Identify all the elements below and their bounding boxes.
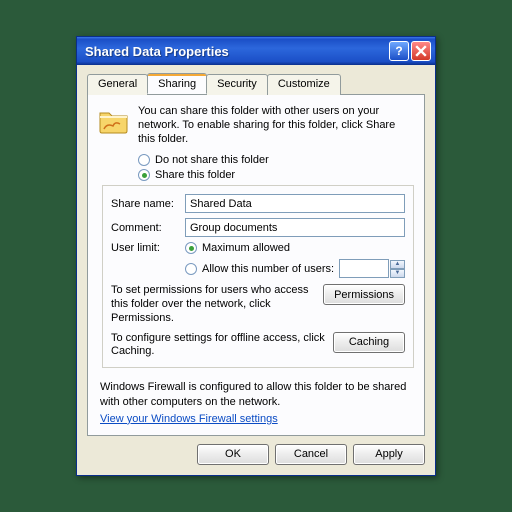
radio-do-not-share[interactable] (138, 154, 150, 166)
window-title: Shared Data Properties (85, 44, 387, 59)
ok-button[interactable]: OK (197, 444, 269, 465)
radio-share-label: Share this folder (155, 169, 235, 181)
allow-n-label: Allow this number of users: (202, 263, 339, 275)
intro-text: You can share this folder with other use… (138, 105, 414, 146)
caching-text: To configure settings for offline access… (111, 332, 325, 360)
share-name-label: Share name: (111, 198, 185, 210)
tab-general[interactable]: General (87, 74, 148, 95)
close-button[interactable] (411, 41, 431, 61)
caching-button[interactable]: Caching (333, 332, 405, 353)
share-name-input[interactable] (185, 194, 405, 213)
share-settings-group: Share name: Comment: User limit: Maximum… (102, 185, 414, 368)
comment-label: Comment: (111, 222, 185, 234)
close-icon (415, 45, 427, 57)
user-count-input[interactable] (339, 259, 389, 278)
properties-dialog: Shared Data Properties ? General Sharing… (76, 36, 436, 476)
titlebar[interactable]: Shared Data Properties ? (77, 37, 435, 65)
radio-share[interactable] (138, 169, 150, 181)
firewall-link[interactable]: View your Windows Firewall settings (100, 413, 278, 425)
firewall-text: Windows Firewall is configured to allow … (100, 380, 412, 409)
user-limit-label: User limit: (111, 242, 185, 254)
dialog-buttons: OK Cancel Apply (87, 436, 425, 465)
radio-do-not-share-label: Do not share this folder (155, 154, 269, 166)
tab-customize[interactable]: Customize (267, 74, 341, 95)
tab-pane-sharing: You can share this folder with other use… (87, 94, 425, 436)
spin-up[interactable]: ▲ (390, 260, 405, 269)
permissions-button[interactable]: Permissions (323, 284, 405, 305)
spin-down[interactable]: ▼ (390, 269, 405, 278)
radio-allow-n[interactable] (185, 263, 197, 275)
permissions-text: To set permissions for users who access … (111, 284, 315, 325)
tab-security[interactable]: Security (206, 74, 268, 95)
cancel-button[interactable]: Cancel (275, 444, 347, 465)
max-allowed-label: Maximum allowed (202, 242, 290, 254)
comment-input[interactable] (185, 218, 405, 237)
tab-sharing[interactable]: Sharing (147, 73, 207, 94)
help-button[interactable]: ? (389, 41, 409, 61)
tabstrip: General Sharing Security Customize (87, 74, 425, 95)
apply-button[interactable]: Apply (353, 444, 425, 465)
radio-max-allowed[interactable] (185, 242, 197, 254)
shared-folder-icon (98, 105, 130, 137)
